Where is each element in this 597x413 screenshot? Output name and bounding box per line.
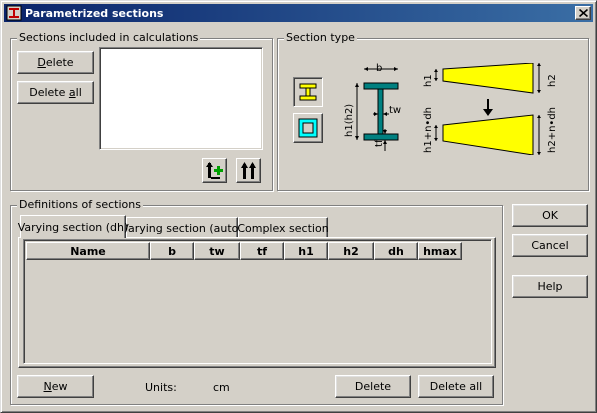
delete-definition-label: Delete <box>354 380 392 393</box>
sections-grid[interactable]: Name b tw tf h1 h2 dh hmax <box>23 239 492 364</box>
delete-definition-button[interactable]: Delete <box>335 375 411 398</box>
delete-all-sections-label: Delete all <box>29 86 82 99</box>
tab-varying-auto-label: Varying section (auto) <box>121 221 243 235</box>
units-label: Units: <box>145 381 177 394</box>
definitions-group-label: Definitions of sections <box>17 198 143 211</box>
ok-label: OK <box>542 209 558 222</box>
tab-varying-dh-label: Varying section (dh) <box>17 220 129 234</box>
tab-complex-label: Complex section <box>237 221 329 235</box>
ok-button[interactable]: OK <box>512 204 588 227</box>
delete-section-button[interactable]: Delete <box>17 51 94 74</box>
dialog-window: Parametrized sections Sections included … <box>0 0 597 413</box>
dim-b-label: b <box>376 63 383 74</box>
new-section-label: New <box>43 380 68 393</box>
column-header-b[interactable]: b <box>150 242 194 260</box>
dim-h2ndh-label: h2+n•dh <box>547 106 558 153</box>
new-section-button[interactable]: New <box>17 375 94 398</box>
dim-h2-label: h2 <box>547 74 558 87</box>
delete-section-label: Delete <box>37 56 74 69</box>
dim-h1ndh-label: h1+n•dh <box>423 106 434 153</box>
help-label: Help <box>537 280 563 293</box>
window-title: Parametrized sections <box>25 6 164 20</box>
column-header-h1[interactable]: h1 <box>284 242 328 260</box>
grid-header: Name b tw tf h1 h2 dh hmax <box>26 242 462 260</box>
sections-group-label: Sections included in calculations <box>17 31 201 44</box>
i-section-icon <box>299 83 317 101</box>
box-section-icon <box>298 118 318 138</box>
add-section-button[interactable] <box>202 158 227 183</box>
close-icon <box>578 9 588 17</box>
varying-section-drawing <box>434 63 541 155</box>
dim-tw-label: tw <box>389 105 402 116</box>
add-all-sections-icon <box>241 162 256 179</box>
column-header-dh[interactable]: dh <box>374 242 418 260</box>
title-bar[interactable]: Parametrized sections <box>4 4 593 22</box>
delete-all-definitions-label: Delete all <box>429 380 483 393</box>
delete-all-sections-button[interactable]: Delete all <box>17 81 94 104</box>
tab-varying-dh[interactable]: Varying section (dh) <box>17 215 129 238</box>
grid-body[interactable] <box>26 260 489 361</box>
add-all-sections-button[interactable] <box>236 158 261 183</box>
add-section-icon <box>206 162 223 179</box>
help-button[interactable]: Help <box>512 275 588 298</box>
cancel-label: Cancel <box>531 239 569 252</box>
delete-all-definitions-button[interactable]: Delete all <box>418 375 494 398</box>
column-header-name[interactable]: Name <box>26 242 150 260</box>
profile-icon <box>6 5 22 21</box>
dim-tf-label: tf <box>374 139 385 147</box>
sections-listbox[interactable] <box>99 47 263 150</box>
dim-h1-label: h1 <box>423 74 434 87</box>
column-header-hmax[interactable]: hmax <box>418 242 462 260</box>
column-header-tf[interactable]: tf <box>240 242 284 260</box>
tab-varying-auto[interactable]: Varying section (auto) <box>121 217 243 238</box>
tab-complex[interactable]: Complex section <box>237 217 329 238</box>
column-header-tw[interactable]: tw <box>194 242 240 260</box>
column-header-h2[interactable]: h2 <box>328 242 374 260</box>
dim-h1h2-label: h1(h2) <box>344 103 355 137</box>
units-value: cm <box>213 381 230 394</box>
i-section-type-button[interactable] <box>293 77 323 107</box>
cancel-button[interactable]: Cancel <box>512 234 588 257</box>
box-section-type-button[interactable] <box>293 113 323 143</box>
delete-all-word1: Delete <box>29 86 66 99</box>
close-button[interactable] <box>575 6 591 20</box>
section-type-label: Section type <box>284 31 357 44</box>
